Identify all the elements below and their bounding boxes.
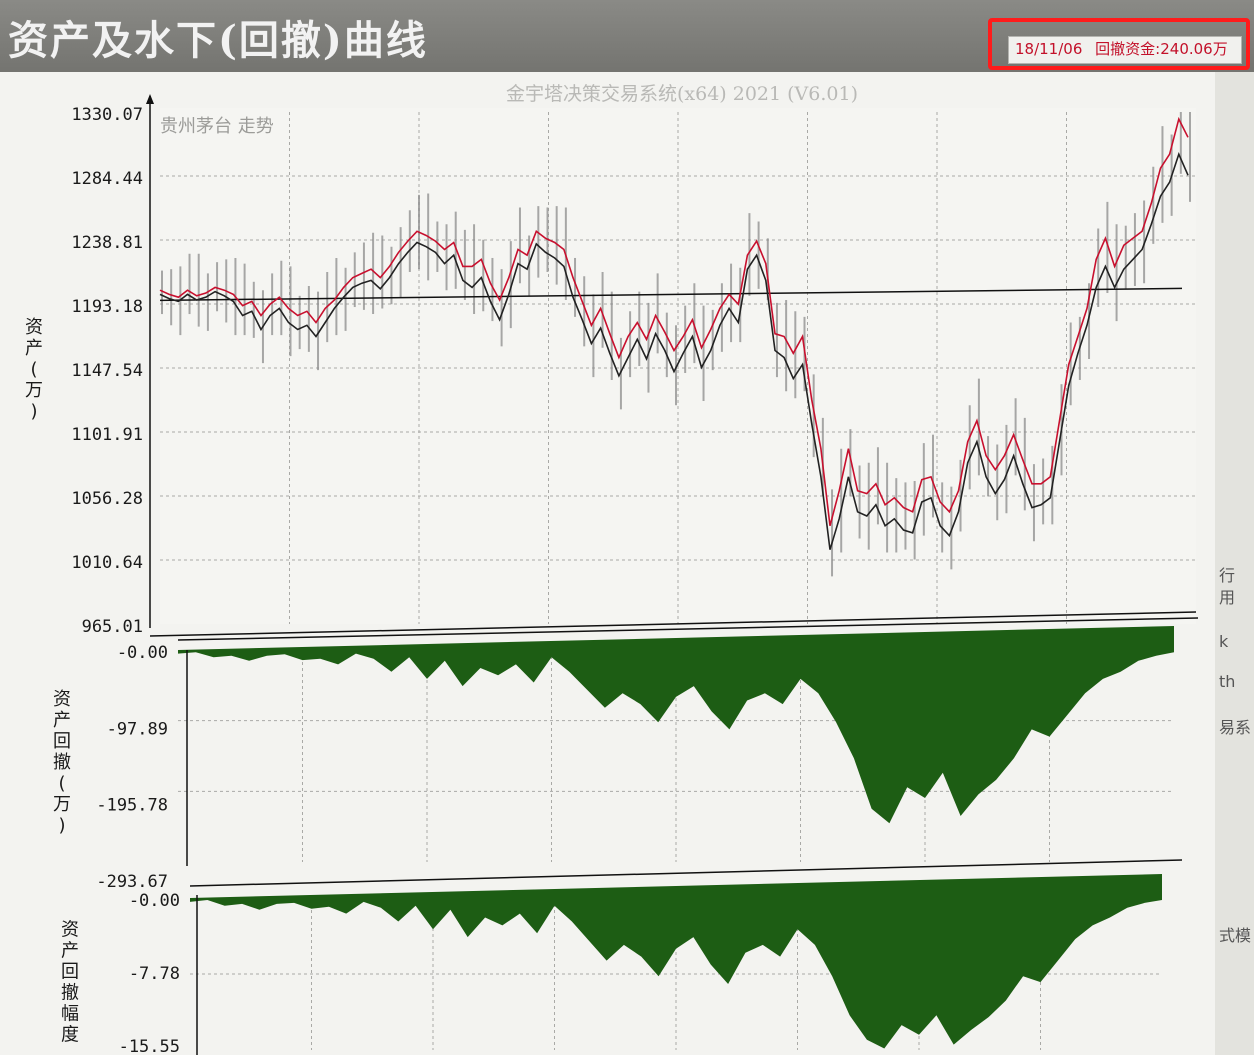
drawdown-pct-y-axis-label-char: 产 bbox=[61, 941, 79, 962]
drawdown-y-axis-label-char: 撤 bbox=[53, 752, 71, 773]
side-fragment-2: 用 bbox=[1219, 588, 1236, 607]
asset-y-tick-label: 1147.54 bbox=[71, 361, 143, 381]
drawdown-pct-y-tick-label: -7.78 bbox=[129, 964, 180, 984]
drawdown-pct-y-axis-label-char: 回 bbox=[61, 962, 79, 983]
asset-y-tick-label: 1284.44 bbox=[71, 169, 143, 189]
drawdown-status-readout: 18/11/06 回撤资金:240.06万 bbox=[1008, 36, 1242, 64]
status-value: 240.06万 bbox=[1160, 40, 1228, 58]
asset-y-tick-label: 1330.07 bbox=[71, 105, 143, 125]
drawdown-pct-y-axis-label-char: 幅 bbox=[61, 1004, 79, 1025]
asset-y-tick-label: 1101.91 bbox=[71, 425, 143, 445]
status-date: 18/11/06 bbox=[1015, 40, 1083, 58]
window-title: 资产及水下(回撤)曲线 bbox=[8, 17, 428, 64]
asset-y-tick-label: 1056.28 bbox=[71, 489, 143, 509]
drawdown-y-axis-label-char: ( bbox=[58, 773, 65, 794]
drawdown-pct-y-axis-label-char: 撤 bbox=[61, 983, 79, 1004]
drawdown-y-axis-label-char: 万 bbox=[53, 794, 71, 815]
drawdown-y-tick-label: -195.78 bbox=[96, 796, 168, 816]
right-side-panel: 行 用 k th 易系 式模 bbox=[1215, 72, 1254, 1055]
asset-y-tick-label: 1238.81 bbox=[71, 233, 143, 253]
charts-svg: 1330.07 1284.44 1238.81 1193.18 1147.54 1101.… bbox=[25, 83, 1199, 1055]
window-title-bar: 资产及水下(回撤)曲线 18/11/06 回撤资金:240.06万 bbox=[0, 0, 1254, 72]
chart-title: 金宇塔决策交易系统(x64) 2021 (V6.01) bbox=[506, 83, 858, 105]
side-fragment-5: 易系 bbox=[1219, 718, 1252, 737]
drawdown-pct-y-tick-label: -15.55 bbox=[119, 1037, 180, 1055]
drawdown-pct-y-axis-label: 资产回撤幅度 bbox=[61, 920, 79, 1046]
asset-y-axis-label: 资产(万) bbox=[25, 317, 43, 422]
status-highlight-box: 18/11/06 回撤资金:240.06万 bbox=[988, 18, 1250, 70]
side-fragment-3: k bbox=[1219, 632, 1229, 651]
drawdown-y-axis-label: 资产回撤(万) bbox=[53, 689, 71, 836]
asset-y-tick-label: 965.01 bbox=[82, 617, 143, 637]
drawdown-pct-y-tick-label: -0.00 bbox=[129, 891, 180, 911]
side-fragment-4: th bbox=[1219, 672, 1236, 691]
status-label: 回撤资金 bbox=[1095, 40, 1156, 58]
asset-y-axis-label-char: ) bbox=[30, 401, 37, 422]
drawdown-y-tick-label: -97.89 bbox=[107, 719, 168, 739]
drawdown-pct-y-axis-label-char: 资 bbox=[61, 920, 79, 941]
asset-y-tick-label: 1193.18 bbox=[71, 297, 143, 317]
asset-y-axis-label-char: 产 bbox=[25, 338, 43, 359]
side-fragment-6: 式模 bbox=[1219, 926, 1252, 945]
drawdown-pct-y-axis-label-char: 度 bbox=[61, 1025, 79, 1046]
drawdown-y-axis-label-char: ) bbox=[58, 815, 65, 836]
asset-y-axis-label-char: ( bbox=[30, 359, 37, 380]
screen: 资产及水下(回撤)曲线 18/11/06 回撤资金:240.06万 1330.0… bbox=[0, 0, 1254, 1055]
drawdown-y-tick-label: -293.67 bbox=[96, 872, 168, 892]
chart-panel: 1330.07 1284.44 1238.81 1193.18 1147.54 1101.… bbox=[0, 72, 1215, 1055]
asset-y-axis-label-char: 资 bbox=[25, 317, 43, 338]
drawdown-y-axis-label-char: 回 bbox=[53, 731, 71, 752]
asset-y-tick-label: 1010.64 bbox=[71, 553, 143, 573]
asset-y-axis-arrow bbox=[146, 94, 154, 104]
drawdown-y-axis-label-char: 资 bbox=[53, 689, 71, 710]
drawdown-y-tick-label: -0.00 bbox=[117, 643, 168, 663]
side-fragment-1: 行 bbox=[1219, 566, 1236, 585]
drawdown-y-axis-label-char: 产 bbox=[53, 710, 71, 731]
chart-subtitle: 贵州茅台 走势 bbox=[160, 116, 274, 137]
asset-y-axis-label-char: 万 bbox=[25, 380, 43, 401]
